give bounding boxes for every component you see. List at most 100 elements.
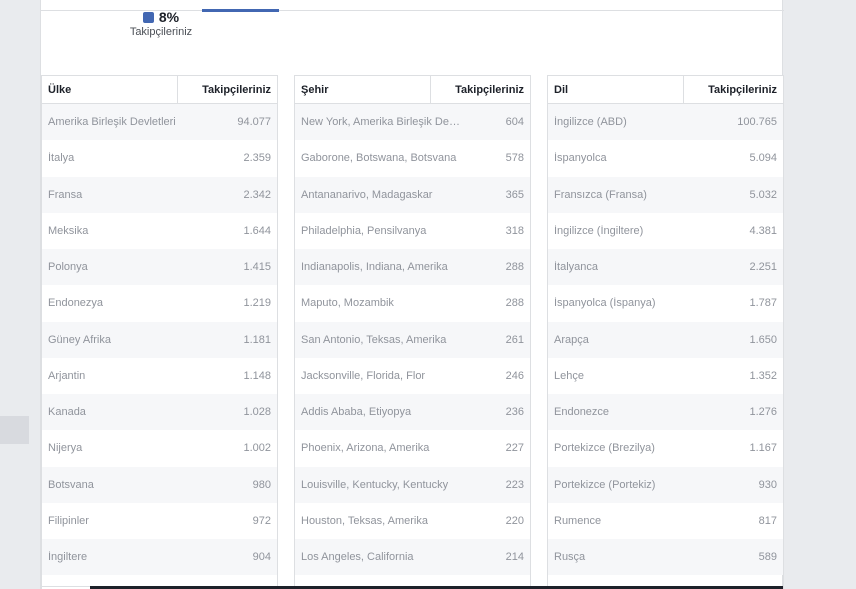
row-value: 1.644 (243, 224, 271, 237)
row-value: 2.359 (243, 152, 271, 165)
row-name: Endonezce (554, 406, 610, 419)
legend-row: 8% (101, 9, 221, 25)
row-name: Addis Ababa, Etiyopya (301, 406, 412, 419)
row-name: New York, Amerika Birleşik Devletleri (301, 116, 461, 129)
row-value: 261 (505, 333, 524, 346)
row-value: 1.415 (243, 261, 271, 274)
row-name: Polonya (48, 261, 88, 274)
table-row: Portekizce (Brezilya) 1.167 (547, 430, 784, 467)
row-value: 1.148 (243, 369, 271, 382)
row-value: 817 (758, 514, 777, 527)
table-row: New York, Amerika Birleşik Devletleri 604 (294, 104, 531, 141)
table-row: Philadelphia, Pensilvanya 318 (294, 212, 531, 249)
row-name: Endonezya (48, 297, 104, 310)
table-row: Antananarivo, Madagaskar 365 (294, 176, 531, 213)
row-name: Nijerya (48, 442, 83, 455)
row-value: 2.342 (243, 188, 271, 201)
row-value: 5.094 (749, 152, 777, 165)
table-body: New York, Amerika Birleşik Devletleri 604… (294, 104, 531, 576)
row-value: 4.381 (749, 224, 777, 237)
row-name: Indianapolis, Indiana, Amerika (301, 261, 448, 274)
row-name: Rusça (554, 551, 586, 564)
row-name: İtalyanca (554, 261, 599, 274)
table-body: Amerika Birleşik Devletleri 94.077 İtalya 2… (41, 104, 278, 576)
table-row: Endonezce 1.276 (547, 394, 784, 431)
column-header-country[interactable]: Ülke (41, 76, 178, 103)
audience-panel: 8% Takipçileriniz Ülke Takipçileriniz Am… (40, 0, 784, 589)
row-name: Lehçe (554, 369, 584, 382)
row-name: Amerika Birleşik Devletleri (48, 116, 176, 129)
row-name: Phoenix, Arizona, Amerika (301, 442, 430, 455)
table-row: İtalya 2.359 (41, 140, 278, 177)
row-value: 94.077 (237, 116, 271, 129)
table-row: Portekizce (Portekiz) 930 (547, 466, 784, 503)
table-row: Maputo, Mozambik 288 (294, 285, 531, 322)
row-name: Filipinler (48, 514, 89, 527)
row-value: 604 (505, 116, 524, 129)
table-row: Amerika Birleşik Devletleri 94.077 (41, 104, 278, 141)
table-row: Arjantin 1.148 (41, 357, 278, 394)
legend-value: 8% (158, 9, 180, 25)
table-row: Polonya 1.415 (41, 249, 278, 286)
table-row: İngiltere 904 (41, 539, 278, 576)
table-row: Louisville, Kentucky, Kentucky 223 (294, 466, 531, 503)
row-name: Fransa (48, 188, 83, 201)
row-name: Louisville, Kentucky, Kentucky (301, 478, 449, 491)
legend-swatch-icon (142, 11, 154, 23)
row-name: İtalya (48, 152, 75, 165)
row-name: Arapça (554, 333, 589, 346)
row-value: 220 (505, 514, 524, 527)
city-table: Şehir Takipçileriniz New York, Amerika B… (294, 75, 531, 589)
row-value: 980 (252, 478, 271, 491)
row-value: 589 (758, 551, 777, 564)
row-name: Portekizce (Brezilya) (554, 442, 655, 455)
column-header-followers[interactable]: Takipçileriniz (431, 76, 531, 103)
row-value: 1.650 (749, 333, 777, 346)
table-row: İngilizce (İngiltere) 4.381 (547, 212, 784, 249)
language-table: Dil Takipçileriniz İngilizce (ABD) 100.76… (547, 75, 784, 589)
row-name: İspanyolca (554, 152, 607, 165)
table-header: Ülke Takipçileriniz (41, 76, 278, 104)
table-header: Şehir Takipçileriniz (294, 76, 531, 104)
table-row: Filipinler 972 (41, 502, 278, 539)
row-name: Meksika (48, 224, 89, 237)
table-row: Los Angeles, California 214 (294, 539, 531, 576)
row-name: Jacksonville, Florida, Flor (301, 369, 426, 382)
legend-label: Takipçileriniz (129, 26, 193, 38)
chart-legend: 8% Takipçileriniz (101, 9, 221, 38)
table-row: İngilizce (ABD) 100.765 (547, 104, 784, 141)
row-value: 930 (758, 478, 777, 491)
side-tab[interactable] (0, 416, 29, 444)
table-row: Fransa 2.342 (41, 176, 278, 213)
table-row: Lehçe 1.352 (547, 357, 784, 394)
row-name: San Antonio, Teksas, Amerika (301, 333, 447, 346)
table-row: Indianapolis, Indiana, Amerika 288 (294, 249, 531, 286)
row-name: Houston, Teksas, Amerika (301, 514, 428, 527)
row-value: 236 (505, 406, 524, 419)
row-name: Kanada (48, 406, 86, 419)
column-header-followers[interactable]: Takipçileriniz (178, 76, 278, 103)
row-name: İngiltere (48, 551, 88, 564)
table-row: Kanada 1.028 (41, 394, 278, 431)
right-gutter (783, 0, 856, 589)
table-row: Güney Afrika 1.181 (41, 321, 278, 358)
row-value: 288 (505, 297, 524, 310)
row-name: Maputo, Mozambik (301, 297, 394, 310)
table-row: İspanyolca 5.094 (547, 140, 784, 177)
row-name: Antananarivo, Madagaskar (301, 188, 433, 201)
column-header-city[interactable]: Şehir (294, 76, 431, 103)
column-header-followers[interactable]: Takipçileriniz (684, 76, 784, 103)
row-value: 2.251 (749, 261, 777, 274)
table-row: Jacksonville, Florida, Flor 246 (294, 357, 531, 394)
table-row: Botsvana 980 (41, 466, 278, 503)
row-name: Los Angeles, California (301, 551, 414, 564)
row-name: İngilizce (ABD) (554, 116, 627, 129)
table-row: Arapça 1.650 (547, 321, 784, 358)
row-name: Fransızca (Fransa) (554, 188, 647, 201)
left-gutter (0, 0, 40, 589)
table-row: Rumence 817 (547, 502, 784, 539)
row-value: 214 (505, 551, 524, 564)
table-row: Gaborone, Botswana, Botsvana 578 (294, 140, 531, 177)
table-row: İtalyanca 2.251 (547, 249, 784, 286)
column-header-language[interactable]: Dil (547, 76, 684, 103)
